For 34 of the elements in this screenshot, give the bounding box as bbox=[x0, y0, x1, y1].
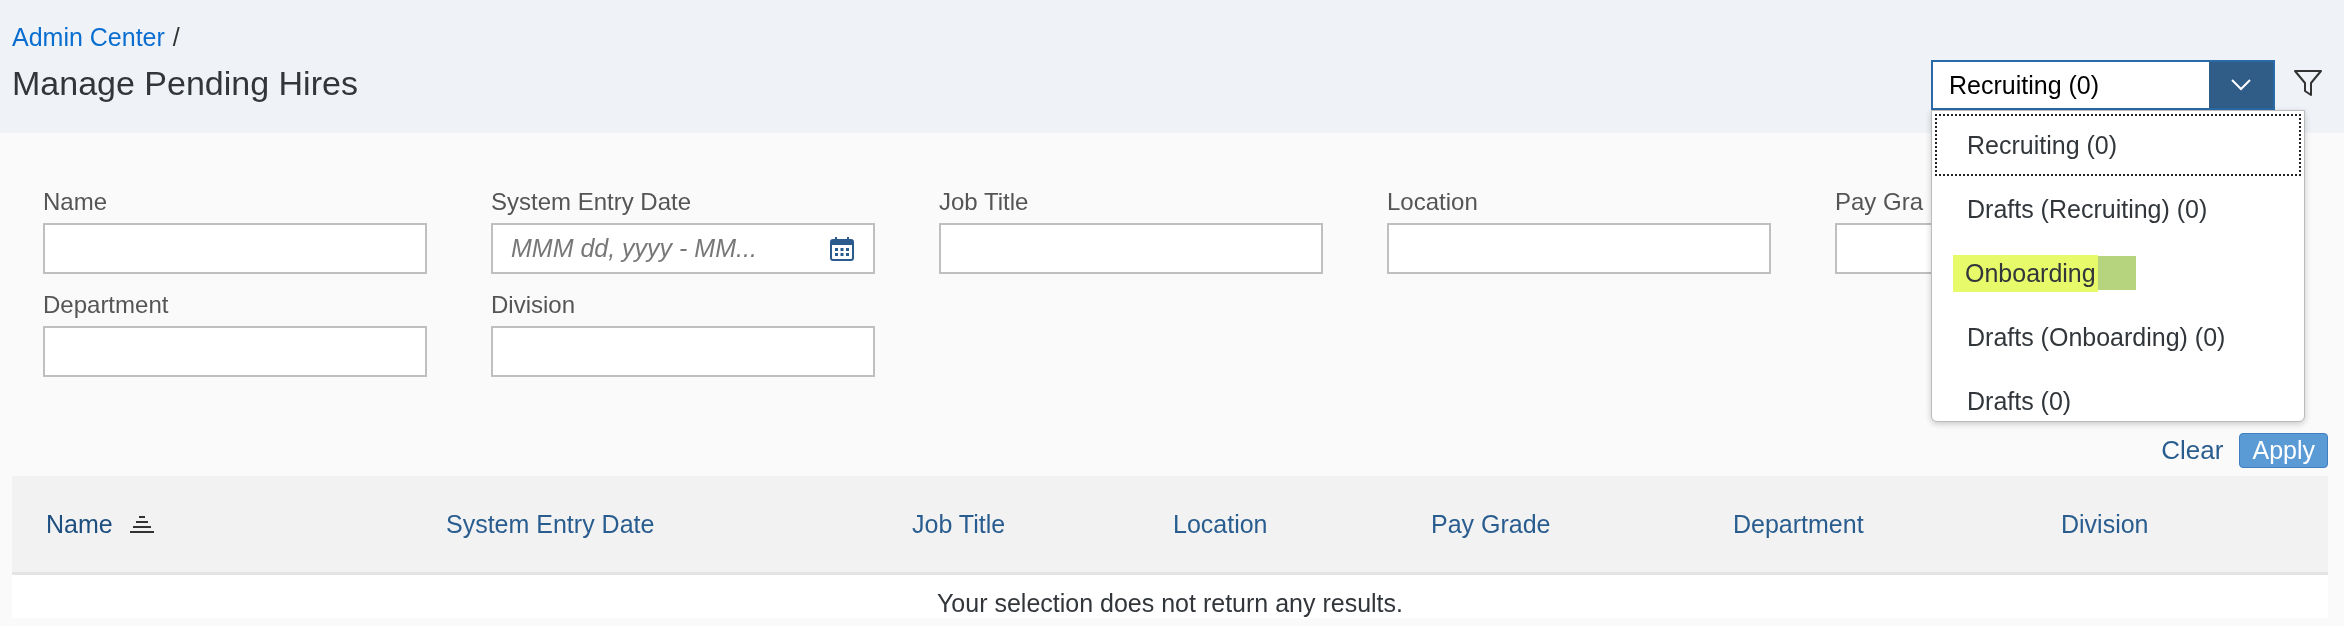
column-header[interactable]: Pay Grade bbox=[1431, 509, 1551, 539]
dropdown-option[interactable]: Recruiting (0) bbox=[1935, 114, 2301, 176]
column-header[interactable]: Name bbox=[46, 509, 113, 539]
field-label: System Entry Date bbox=[491, 187, 692, 217]
view-select[interactable]: Recruiting (0) bbox=[1931, 60, 2275, 110]
dropdown-option[interactable]: Drafts (0) bbox=[1935, 370, 2301, 432]
input-field[interactable] bbox=[1387, 223, 1771, 274]
field-label: Department bbox=[43, 290, 169, 320]
dropdown-option[interactable]: Drafts (Onboarding) (0) bbox=[1935, 306, 2301, 368]
input-field[interactable] bbox=[43, 326, 427, 377]
filter-icon[interactable] bbox=[2293, 68, 2323, 98]
input-field[interactable] bbox=[491, 326, 875, 377]
field-label: Pay Gra bbox=[1835, 187, 1924, 217]
breadcrumb-separator: / bbox=[172, 22, 180, 52]
column-header[interactable]: Job Title bbox=[912, 509, 1006, 539]
dropdown-option[interactable]: Drafts (Recruiting) (0) bbox=[1935, 178, 2301, 240]
page-title: Manage Pending Hires bbox=[12, 64, 358, 103]
field-label: Location bbox=[1387, 187, 1478, 217]
column-header[interactable]: Location bbox=[1173, 509, 1268, 539]
column-header[interactable]: Department bbox=[1733, 509, 1864, 539]
column-header[interactable]: Division bbox=[2061, 509, 2149, 539]
input-field[interactable] bbox=[43, 223, 427, 274]
input-field[interactable] bbox=[939, 223, 1323, 274]
dropdown-option[interactable]: Onboarding bbox=[1935, 242, 2301, 304]
field-label: Division bbox=[491, 290, 576, 320]
date-field[interactable]: MMM dd, yyyy - MM... bbox=[491, 223, 875, 274]
column-header[interactable]: System Entry Date bbox=[446, 509, 655, 539]
field-label: Job Title bbox=[939, 187, 1029, 217]
field-label: Name bbox=[43, 187, 108, 217]
clear-link[interactable]: Clear bbox=[2161, 435, 2224, 466]
breadcrumb-link[interactable]: Admin Center bbox=[12, 22, 165, 52]
empty-message: Your selection does not return any results. bbox=[936, 588, 1404, 618]
sort-icon[interactable] bbox=[128, 514, 155, 534]
calendar-icon[interactable] bbox=[829, 235, 855, 262]
